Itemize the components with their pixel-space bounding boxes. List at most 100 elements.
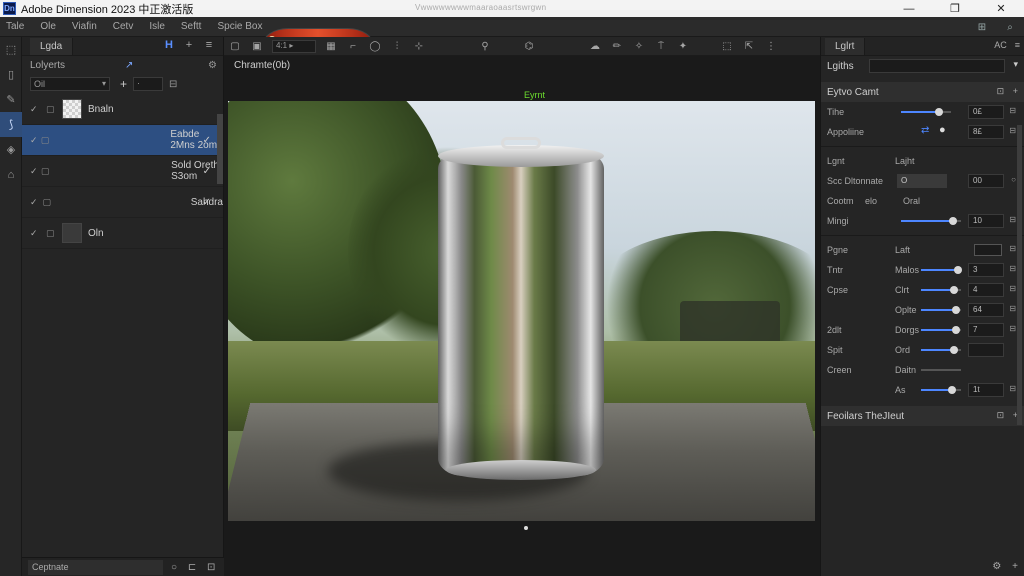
stepper-icon[interactable]: ⊟ [1009,215,1016,224]
tab-light[interactable]: Lglrt [825,37,866,55]
section-header[interactable]: Feoilars TheJIeut ⊡ + [821,406,1024,426]
stepper-icon[interactable]: ⊟ [1009,126,1016,135]
property-value[interactable]: 1t [968,383,1004,397]
layers-scrollbar[interactable] [217,114,223,184]
zoom-field[interactable]: 4:1 ▸ [272,39,316,53]
more-icon[interactable]: ⋮ [760,41,782,52]
color-swatch[interactable] [974,244,1002,256]
link-icon[interactable]: ⇄ [921,125,929,136]
add-icon[interactable]: + [1012,561,1018,572]
orbit-tool-icon[interactable]: ⟆ [0,112,22,137]
brush-tool-icon[interactable]: ✎ [0,87,22,112]
slider-knob[interactable] [954,266,962,274]
minimize-button[interactable]: — [886,0,932,17]
properties-menu-icon[interactable]: ≡ [1015,40,1020,50]
settings-icon[interactable]: ⚙ [208,60,217,71]
footer-label[interactable]: Ceptnate [28,559,163,575]
aluminum-can-model[interactable] [438,137,604,480]
magic-icon[interactable]: ⚲ [474,41,496,52]
frame-icon[interactable]: ▢ [224,41,246,52]
menu-item-5[interactable]: Seftt [175,21,212,32]
slider-knob[interactable] [948,386,956,394]
magic-wand-icon[interactable]: ✦ [672,41,694,52]
chevron-down-icon[interactable]: ▾ [1013,59,1018,70]
property-slider[interactable] [901,217,961,225]
slider-knob[interactable] [950,346,958,354]
add-icon[interactable]: + [179,39,199,51]
cursor-icon[interactable]: ↗ [125,60,133,71]
property-slider[interactable] [921,386,961,394]
crop-icon[interactable]: ⌐ [342,41,364,52]
stepper-icon[interactable]: ⊟ [1009,304,1016,313]
property-value[interactable]: 00 [968,174,1004,188]
copy-icon[interactable]: ⊡ [997,410,1005,420]
pivot-dot[interactable] [524,526,528,530]
property-slider[interactable] [921,266,962,274]
menu-icon[interactable]: ≡ [199,39,219,51]
property-value[interactable]: 7 [968,323,1004,337]
search-icon[interactable]: ⌕ [996,22,1024,33]
move-tool-icon[interactable]: ▯ [0,62,22,87]
visibility-icon[interactable]: ✓ [30,166,41,177]
layer-row[interactable]: ✓ ▢ Sahdra ✓ [22,89,395,415]
workspace-icon[interactable]: ⊞ [968,22,996,33]
slider-knob[interactable] [952,306,960,314]
stepper-icon[interactable]: ⊟ [1009,264,1016,273]
visibility-icon[interactable]: ✓ [30,197,42,208]
select-tool-icon[interactable]: ⬚ [0,37,22,62]
menu-item-4[interactable]: Isle [143,21,175,32]
add-icon[interactable]: + [1013,86,1018,96]
visibility-icon[interactable]: ✓ [30,135,41,146]
menu-item-0[interactable]: Tale [0,21,34,32]
property-slider[interactable] [921,369,961,371]
property-value[interactable]: 8£ [968,125,1004,139]
lock-icon[interactable]: ▢ [46,104,60,115]
property-slider[interactable] [921,326,961,334]
rotate-icon[interactable]: ◯ [364,41,386,52]
export-icon[interactable]: ⬚ [716,41,738,52]
material-tool-icon[interactable]: ◈ [0,137,22,162]
tab-layers[interactable]: Lgda [30,37,74,55]
section-header[interactable]: Eytvo Camt ⊡ + [821,82,1024,102]
menu-item-3[interactable]: Cetv [107,21,144,32]
layer-row[interactable]: ✓ ▢ Sold Oreth S3om ✓ [22,58,376,384]
light-bulb-icon[interactable]: ● [939,124,946,136]
lights-dropdown[interactable] [869,59,1005,73]
lock-icon[interactable]: ▢ [41,135,50,146]
menu-item-2[interactable]: Viafin [66,21,107,32]
paint-icon[interactable]: ⌬ [518,41,540,52]
maximize-button[interactable]: ❐ [932,0,978,17]
visibility-icon[interactable]: ✓ [30,104,46,115]
property-field[interactable]: O [897,174,947,188]
property-value[interactable]: 10 [968,214,1004,228]
property-slider[interactable] [901,108,951,116]
lock-icon[interactable]: ▢ [41,166,50,177]
property-slider[interactable] [921,346,961,354]
home-icon[interactable]: H [159,39,179,51]
property-value[interactable] [968,343,1004,357]
move-icon[interactable]: ⊹ [408,41,430,52]
trash-icon[interactable]: ⊡ [207,562,215,573]
stepper-icon[interactable]: ⊟ [1009,244,1016,253]
pin-icon[interactable]: ⍑ [650,41,672,52]
property-value[interactable]: 0£ [968,105,1004,119]
stepper-icon[interactable]: ⊟ [1009,384,1016,393]
slider-knob[interactable] [950,286,958,294]
pencil-icon[interactable]: ✏ [606,41,628,52]
filter-icon[interactable]: ⊟ [169,79,177,90]
wand-icon[interactable]: ✧ [628,41,650,52]
align-icon[interactable]: ⫶ [386,41,408,52]
property-value[interactable]: 64 [968,303,1004,317]
property-slider[interactable] [921,306,961,314]
stepper-icon[interactable]: ⊟ [1009,284,1016,293]
copy-icon[interactable]: ⊡ [997,86,1005,96]
gear-icon[interactable]: ⚙ [992,561,1001,572]
property-value[interactable]: 4 [968,283,1004,297]
cloud-icon[interactable]: ☁ [584,41,606,52]
menu-item-6[interactable]: Spcie Box [211,21,272,32]
filter-num-field[interactable]: · [133,77,164,91]
add-layer-icon[interactable]: + [120,77,127,91]
filter-dropdown[interactable]: Oil ▾ [30,77,110,91]
visibility-icon[interactable]: ✓ [30,228,46,239]
lock-icon[interactable]: ▢ [46,228,60,239]
